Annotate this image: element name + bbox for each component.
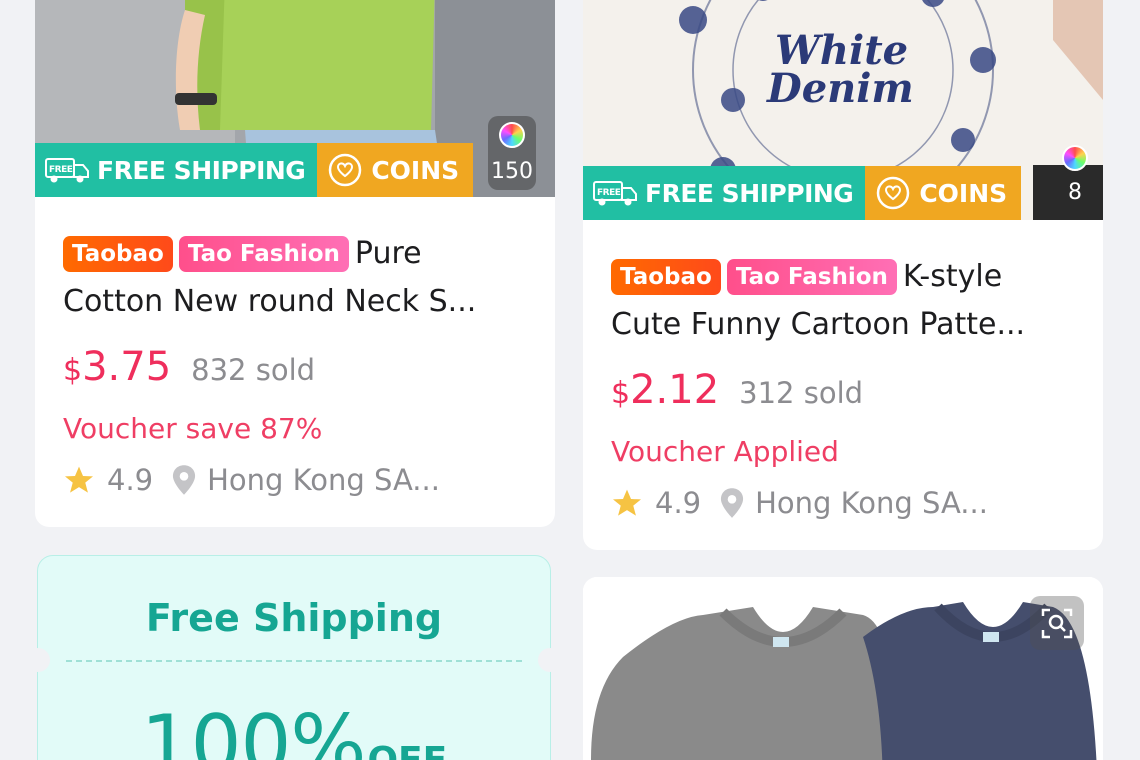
product-image[interactable] [583, 577, 1103, 760]
location-text: Hong Kong SA... [755, 486, 988, 520]
price-row: $ 3.75 832 sold [63, 344, 527, 390]
sold-count: 312 sold [739, 376, 864, 410]
product-card[interactable]: FREE FREE SHIPPING COINS 150 Taobao Tao F… [35, 0, 555, 527]
truck-icon-label: FREE [49, 165, 73, 175]
price-currency: $ [611, 376, 631, 411]
taobao-tag: Taobao [63, 236, 173, 272]
voucher-text: Voucher save 87% [63, 412, 323, 445]
tao-fashion-tag: Tao Fashion [726, 259, 897, 295]
star-icon [65, 466, 93, 493]
coupon-notch-right [538, 648, 562, 672]
color-variants-badge[interactable]: 150 [488, 116, 536, 190]
color-variants-badge[interactable]: 8 [1051, 140, 1099, 210]
free-shipping-badge: FREE FREE SHIPPING [35, 143, 318, 197]
variant-count: 150 [491, 159, 533, 185]
product-info: Taobao Tao Fashion Pure Cotton New round N… [63, 230, 527, 497]
price-row: $ 2.12 312 sold [611, 367, 1075, 413]
product-title[interactable]: Taobao Tao Fashion K-style Cute Funny Cart… [611, 253, 1075, 349]
coupon-notch-left [26, 648, 50, 672]
image-search-icon [1041, 608, 1073, 639]
variant-count: 8 [1068, 180, 1082, 206]
rating-location-row: 4.9 Hong Kong SA... [611, 486, 1075, 520]
coupon-off-label: OFF [367, 740, 447, 760]
voucher-text: Voucher Applied [611, 435, 839, 468]
coins-label: COINS [371, 155, 460, 185]
promo-badges: FREE FREE SHIPPING COINS [583, 166, 1022, 220]
image-search-button[interactable] [1030, 596, 1084, 650]
product-title[interactable]: Taobao Tao Fashion Pure Cotton New round N… [63, 230, 527, 326]
coins-label: COINS [919, 178, 1008, 208]
location-pin-icon [721, 488, 744, 518]
free-shipping-coupon[interactable]: Free Shipping 100%OFF [26, 555, 562, 760]
coins-badge: COINS [865, 166, 1022, 220]
free-shipping-label: FREE SHIPPING [97, 155, 306, 185]
coin-icon [877, 176, 910, 210]
free-shipping-label: FREE SHIPPING [645, 178, 854, 208]
rating-value: 4.9 [107, 463, 154, 497]
sold-count: 832 sold [191, 353, 316, 387]
coupon-title: Free Shipping [145, 596, 443, 640]
color-wheel-icon [499, 121, 525, 148]
price-value: 3.75 [82, 344, 172, 390]
tao-fashion-tag: Tao Fashion [178, 236, 349, 272]
product-card[interactable]: White Denim FREE FREE SHIPPING COINS 8 T… [583, 0, 1103, 550]
coins-badge: COINS [317, 143, 474, 197]
rating-location-row: 4.9 Hong Kong SA... [63, 463, 527, 497]
shirt-print-line2: Denim [766, 65, 914, 112]
star-icon [613, 489, 641, 516]
truck-icon: FREE [593, 181, 637, 206]
color-wheel-icon [1062, 144, 1088, 171]
location-pin-icon [173, 465, 196, 495]
product-card[interactable] [583, 577, 1103, 760]
product-info: Taobao Tao Fashion K-style Cute Funny Cart… [611, 253, 1075, 520]
taobao-tag: Taobao [611, 259, 721, 295]
promo-badges: FREE FREE SHIPPING COINS [35, 143, 474, 197]
coupon-percent: 100% [140, 698, 367, 760]
coupon-divider [66, 660, 522, 662]
truck-icon: FREE [45, 158, 89, 183]
rating-value: 4.9 [655, 486, 702, 520]
free-shipping-badge: FREE FREE SHIPPING [583, 166, 866, 220]
coin-icon [329, 153, 362, 187]
truck-icon-label: FREE [597, 188, 621, 198]
coupon-value: 100%OFF [38, 698, 550, 760]
location-text: Hong Kong SA... [207, 463, 440, 497]
price-value: 2.12 [630, 367, 720, 413]
price-currency: $ [63, 353, 83, 388]
